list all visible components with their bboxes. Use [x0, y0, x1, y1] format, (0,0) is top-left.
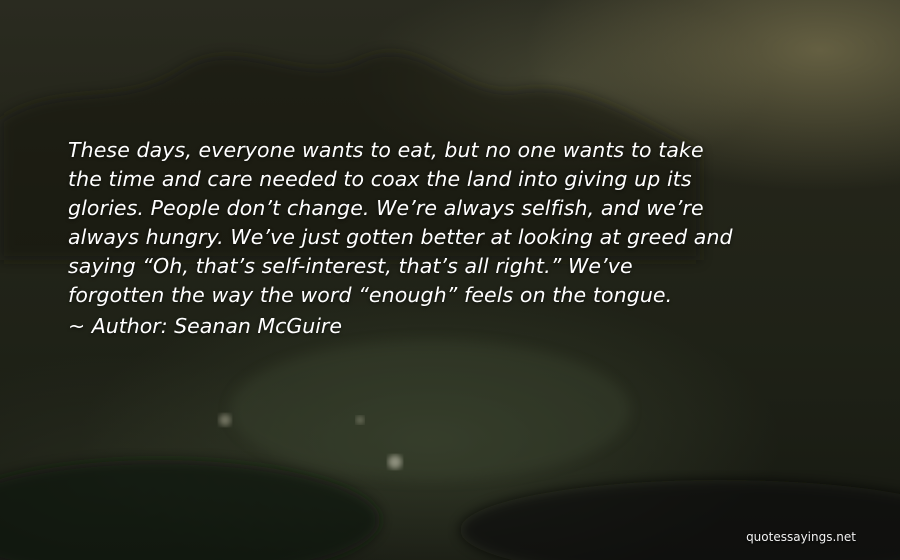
quote-text: These days, everyone wants to eat, but n…: [68, 136, 868, 310]
quote-block: These days, everyone wants to eat, but n…: [68, 136, 868, 341]
watermark: quotessayings.net: [746, 530, 856, 544]
quote-line: glories. People don’t change. We’re alwa…: [68, 196, 704, 220]
quote-line: saying “Oh, that’s self-interest, that’s…: [68, 254, 633, 278]
quote-line: forgotten the way the word “enough” feel…: [68, 283, 673, 307]
author-attribution: ~ Author: Seanan McGuire: [68, 314, 342, 338]
quote-line: These days, everyone wants to eat, but n…: [68, 138, 704, 162]
quote-line: always hungry. We’ve just gotten better …: [68, 225, 733, 249]
quote-image: These days, everyone wants to eat, but n…: [0, 0, 900, 560]
quote-line: the time and care needed to coax the lan…: [68, 167, 692, 191]
